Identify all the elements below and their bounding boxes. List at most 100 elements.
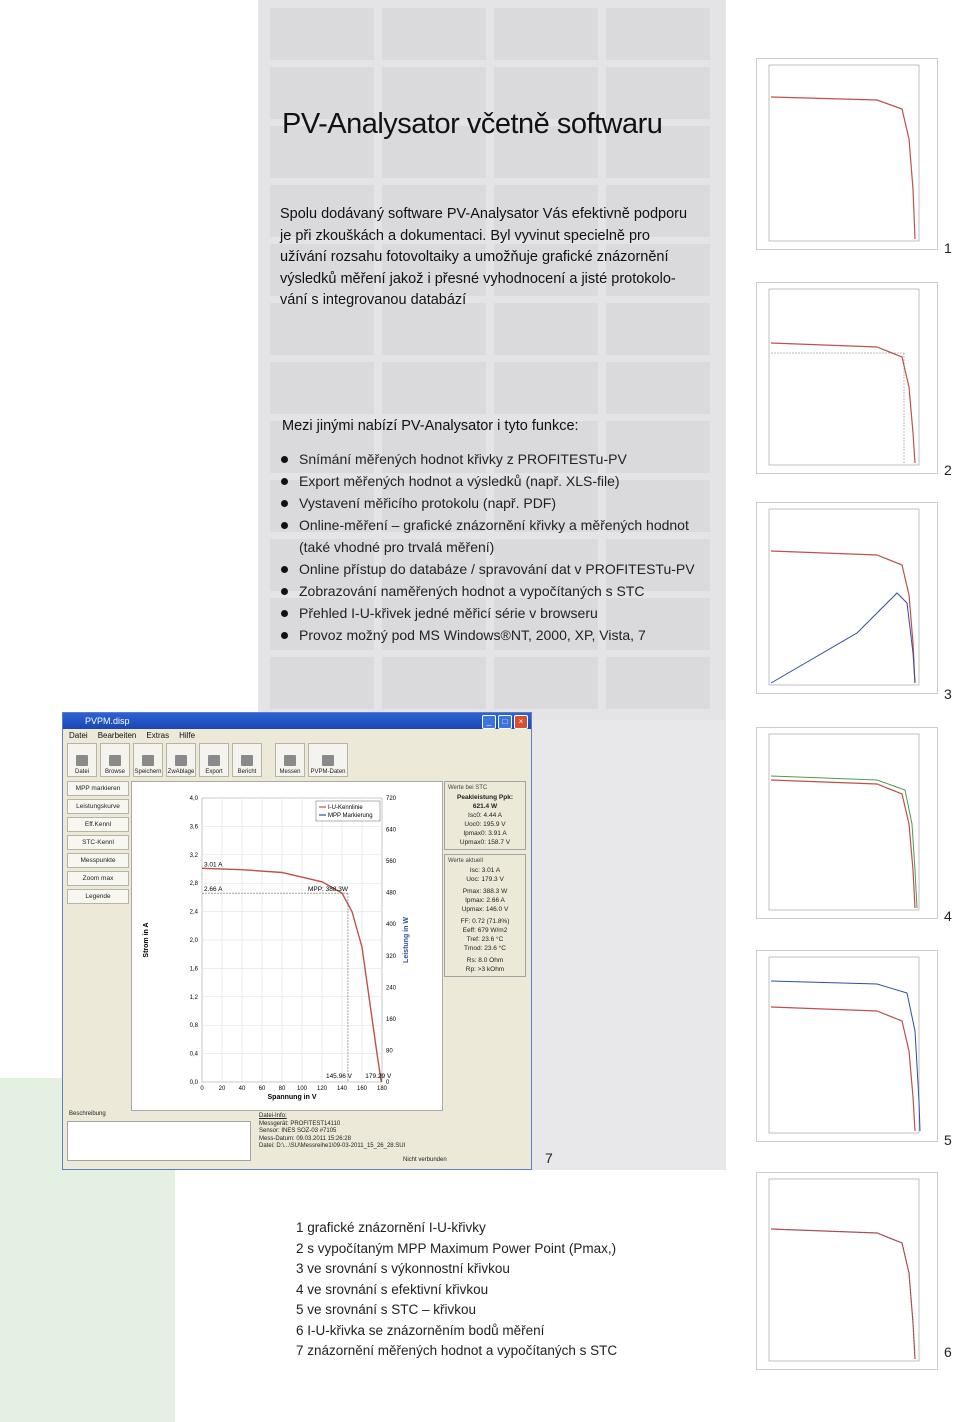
description-label: Beschreibung bbox=[69, 1111, 106, 1117]
intro-line: Spolu dodávaný software PV-Analysator Vá… bbox=[280, 206, 688, 222]
y2-tick-label: 560 bbox=[386, 859, 397, 865]
data-info: Datei-Info: Messgerät: PROFITEST14110 Se… bbox=[259, 1113, 439, 1151]
toolbar-label: Browse bbox=[104, 769, 125, 775]
toolbar-report-button[interactable]: Bericht bbox=[232, 743, 262, 777]
background-tile bbox=[606, 657, 710, 709]
toolbar-datei-button[interactable]: Datei bbox=[67, 743, 97, 777]
mpp-mark-button[interactable]: MPP markieren bbox=[67, 781, 129, 796]
bullet-icon bbox=[281, 456, 288, 463]
close-icon[interactable]: × bbox=[514, 715, 528, 729]
menu-bearbeiten[interactable]: Bearbeiten bbox=[98, 729, 137, 742]
y-tick-label: 1,2 bbox=[190, 995, 199, 1001]
actual-value: Uoc: 179.3 V bbox=[466, 876, 504, 883]
background-tile bbox=[270, 8, 374, 60]
data-info-line: Mess-Datum: 09.03.2011 15:26:28 bbox=[259, 1135, 351, 1142]
data-info-line: Messgerät: PROFITEST14110 bbox=[259, 1120, 341, 1127]
y2-tick-label: 160 bbox=[386, 1017, 397, 1023]
thumbnail-chart-4 bbox=[756, 727, 938, 919]
background-tile bbox=[270, 362, 374, 414]
background-tile bbox=[606, 362, 710, 414]
data-info-line: Datei-Info: bbox=[259, 1113, 287, 1119]
background-tile bbox=[606, 8, 710, 60]
actual-value: Tmod: 23.6 °C bbox=[464, 945, 506, 952]
power-curve-button[interactable]: Leistungskurve bbox=[67, 799, 129, 814]
y2-tick-label: 400 bbox=[386, 922, 397, 928]
eff-curve-button[interactable]: Eff.Kennl bbox=[67, 817, 129, 832]
legend-button[interactable]: Legende bbox=[67, 889, 129, 904]
background-tile bbox=[382, 362, 486, 414]
menu-datei[interactable]: Datei bbox=[69, 729, 88, 742]
y2-tick-label: 240 bbox=[386, 985, 397, 991]
measure-points-button[interactable]: Messpunkte bbox=[67, 853, 129, 868]
y-tick-label: 4,0 bbox=[190, 796, 199, 802]
toolbar-clipboard-button[interactable]: ZwAblage bbox=[166, 743, 196, 777]
maximize-icon[interactable]: □ bbox=[498, 715, 512, 729]
intro-line: vání s integrovanou databází bbox=[280, 292, 467, 308]
y2-tick-label: 640 bbox=[386, 828, 397, 834]
x-axis-label: Spannung in V bbox=[268, 1094, 317, 1101]
toolbar-measure-button[interactable]: Messen bbox=[275, 743, 305, 777]
bullet-icon bbox=[281, 632, 288, 639]
feature-text: Zobrazování naměřených hodnot a vypočíta… bbox=[299, 583, 645, 599]
caption-item: 1 grafické znázornění I-U-křivky bbox=[296, 1220, 486, 1235]
stc-value: 621.4 W bbox=[472, 803, 498, 810]
printer-icon bbox=[241, 755, 253, 766]
y-tick-label: 0,4 bbox=[190, 1052, 199, 1058]
stc-value: Isc0: 4.44 A bbox=[468, 812, 502, 819]
bullet-icon bbox=[281, 566, 288, 573]
feature-text: Snímání měřených hodnot křivky z PROFITE… bbox=[299, 451, 627, 467]
annotation-ipmax: 2.66 A bbox=[204, 886, 223, 893]
annotation-upmax: 145.96 V bbox=[326, 1073, 353, 1080]
background-tile bbox=[382, 657, 486, 709]
x-tick-label: 80 bbox=[279, 1086, 286, 1092]
legend-label-mpp: MPP Markierung bbox=[328, 813, 373, 819]
intro-text: Spolu dodávaný software PV-Analysator Vá… bbox=[280, 204, 700, 312]
x-tick-label: 0 bbox=[200, 1086, 204, 1092]
feature-text: Export měřených hodnot a výsledků (např.… bbox=[299, 473, 620, 489]
caption-list: 1 grafické znázornění I-U-křivky 2 s vyp… bbox=[296, 1218, 716, 1362]
toolbar-export-button[interactable]: Export bbox=[199, 743, 229, 777]
stc-value: Uoc0: 195.9 V bbox=[464, 821, 506, 828]
toolbar-pvpm-data-button[interactable]: PVPM-Daten bbox=[308, 743, 348, 777]
bullet-icon bbox=[281, 500, 288, 507]
actual-value: Eeff: 679 W/m2 bbox=[462, 927, 508, 934]
annotation-mpp: MPP: 388.3W bbox=[308, 886, 349, 893]
chart-number: 5 bbox=[944, 1132, 952, 1148]
chart-number: 1 bbox=[944, 240, 952, 256]
feature-item: Přehled I-U-křivek jedné měřicí série v … bbox=[280, 602, 720, 624]
toolbar-browse-button[interactable]: Browse bbox=[100, 743, 130, 777]
measure-icon bbox=[284, 755, 296, 766]
annotation-isc: 3.01 A bbox=[204, 861, 223, 868]
bullet-icon bbox=[281, 522, 288, 529]
actual-value: FF: 0.72 (71.8%) bbox=[460, 918, 510, 925]
stc-curve-button[interactable]: STC-Kennl bbox=[67, 835, 129, 850]
minimize-icon[interactable]: _ bbox=[482, 715, 496, 729]
y2-axis-label: Leistung in W bbox=[403, 917, 410, 963]
thumbnail-chart-3 bbox=[756, 502, 938, 694]
status-text: Nicht verbunden bbox=[403, 1157, 447, 1163]
feature-text: Provoz možný pod MS Windows®NT, 2000, XP… bbox=[299, 627, 646, 643]
toolbar-save-button[interactable]: Speichern bbox=[133, 743, 163, 777]
background-tile bbox=[494, 362, 598, 414]
actual-value: Isc: 3.01 A bbox=[469, 867, 501, 874]
x-tick-label: 140 bbox=[337, 1086, 348, 1092]
window-title: PVPM.disp bbox=[85, 716, 130, 726]
stc-values-box: Werte bei STC Peakleistung Ppk: 621.4 W … bbox=[444, 781, 526, 850]
zoom-max-button[interactable]: Zoom max bbox=[67, 871, 129, 886]
thumbnail-chart-6 bbox=[756, 1172, 938, 1370]
menu-hilfe[interactable]: Hilfe bbox=[179, 729, 195, 742]
intro-line: výsledků měření jakož i přesné vyhodnoce… bbox=[280, 270, 676, 287]
y-tick-label: 2,4 bbox=[190, 910, 199, 916]
chart-number: 3 bbox=[944, 686, 952, 702]
actual-box-title: Werte aktuell bbox=[448, 858, 483, 864]
description-textarea[interactable] bbox=[67, 1121, 251, 1161]
y-tick-label: 2,8 bbox=[190, 881, 199, 887]
menu-extras[interactable]: Extras bbox=[146, 729, 169, 742]
toolbar-label: Export bbox=[205, 769, 223, 775]
y2-tick-label: 720 bbox=[386, 796, 397, 802]
app-window: PVPM.disp _ □ × Datei Bearbeiten Extras … bbox=[62, 712, 532, 1170]
y-tick-label: 0,0 bbox=[190, 1080, 199, 1086]
stc-value: Upmax0: 158.7 V bbox=[459, 839, 511, 846]
y-tick-label: 3,2 bbox=[190, 853, 199, 859]
actual-values-box: Werte aktuell Isc: 3.01 A Uoc: 179.3 V P… bbox=[444, 854, 526, 977]
